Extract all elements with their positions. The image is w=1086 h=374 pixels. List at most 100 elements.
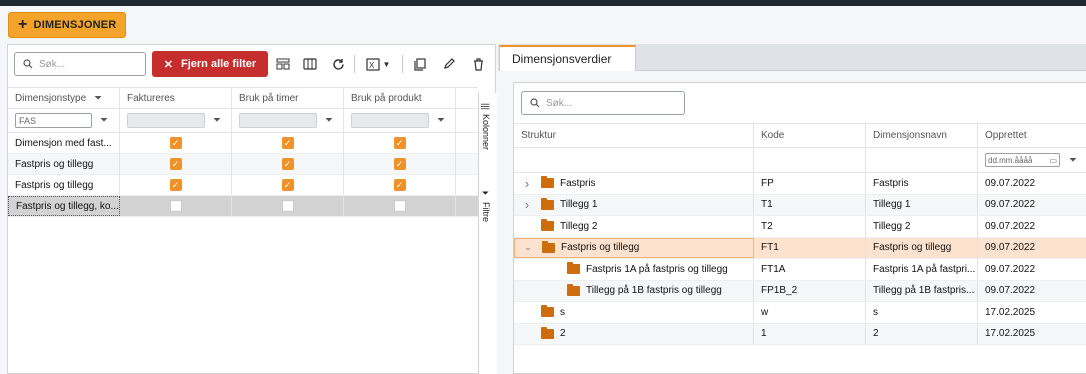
- checkbox-checked[interactable]: ✓: [169, 158, 182, 170]
- cell-dimensjonsnavn: Tillegg 2: [866, 216, 978, 237]
- filter-row: FAS ⏷ ⏷ ⏷ ⏷: [8, 109, 478, 133]
- cell-struktur: › Tillegg 1: [514, 194, 754, 215]
- checkbox-checked[interactable]: ✓: [169, 179, 182, 191]
- table-row[interactable]: Dimensjon med fast... ✓ ✓ ✓: [8, 133, 478, 154]
- date-filter-input[interactable]: dd.mm.åååå ▭: [985, 153, 1060, 167]
- dimensjonstype-filter-input[interactable]: FAS: [15, 113, 92, 128]
- cell-opprettet: 17.02.2025: [985, 306, 1036, 318]
- column-header-dimensjonstype[interactable]: Dimensjonstype ⏷: [8, 88, 120, 108]
- column-header-bruk-pa-produkt[interactable]: Bruk på produkt: [344, 88, 456, 108]
- produkt-filter: [351, 113, 429, 128]
- table-row[interactable]: Tillegg på 1B fastpris og tillegg FP1B_2 T…: [514, 280, 1086, 302]
- cell-dimensjonstype: Fastpris og tillegg: [8, 154, 120, 174]
- left-search-input[interactable]: Søk...: [14, 52, 146, 76]
- cell-dimensjonstype: Dimensjon med fast...: [8, 133, 120, 153]
- table-row-selected[interactable]: Fastpris og tillegg, ko...: [8, 196, 478, 217]
- column-header-kode[interactable]: Kode: [754, 124, 866, 147]
- table-row-selected[interactable]: ⌄ Fastpris og tillegg FT1 Fastpris og tille…: [514, 237, 1086, 259]
- table-row[interactable]: › Fastpris FP Fastpris 09.07.2022: [514, 173, 1086, 195]
- chevron-down-icon[interactable]: ⌄: [522, 242, 534, 253]
- right-search-placeholder: Søk...: [546, 97, 573, 109]
- filter-icon[interactable]: ⏷: [213, 115, 221, 126]
- columns-icon[interactable]: [299, 53, 321, 75]
- table-row[interactable]: s w s 17.02.2025: [514, 302, 1086, 324]
- cell-kode: T1: [754, 194, 866, 215]
- faktureres-filter: [127, 113, 205, 128]
- checkbox-checked[interactable]: ✓: [281, 158, 294, 170]
- cell-kode: 1: [754, 323, 866, 344]
- edit-icon[interactable]: [438, 53, 460, 75]
- column-header-faktureres[interactable]: Faktureres: [120, 88, 232, 108]
- table-row[interactable]: Tillegg 2 T2 Tillegg 2 09.07.2022: [514, 216, 1086, 238]
- dimension-values-panel: Søk... Struktur Kode Dimensjonsnavn Oppr…: [513, 82, 1086, 374]
- filter-icon[interactable]: ⏷: [437, 115, 445, 126]
- checkbox-unchecked[interactable]: [281, 200, 294, 212]
- filter-icon[interactable]: ⏷: [94, 93, 102, 104]
- cell-opprettet: 09.07.2022: [985, 177, 1036, 189]
- cell-struktur: Tillegg 2: [514, 216, 754, 237]
- column-header-bruk-pa-timer[interactable]: Bruk på timer: [232, 88, 344, 108]
- grouping-icon[interactable]: [272, 53, 294, 75]
- cell-kode: w: [754, 302, 866, 323]
- cell-dimensjonsnavn: Fastpris: [866, 173, 978, 194]
- filter-icon: ⏷: [481, 189, 491, 198]
- cell-dimensjonsnavn: s: [866, 302, 978, 323]
- folder-icon: [541, 326, 554, 339]
- tab-dimensjonsverdier[interactable]: Dimensjonsverdier: [499, 45, 636, 71]
- cell-kode: FP: [754, 173, 866, 194]
- clear-filters-button[interactable]: ✕ Fjern alle filter: [152, 51, 268, 77]
- cell-kode: FP1B_2: [754, 280, 866, 301]
- left-search-placeholder: Søk...: [39, 58, 66, 70]
- folder-icon: [541, 219, 554, 232]
- table-row[interactable]: › Tillegg 1 T1 Tillegg 1 09.07.2022: [514, 194, 1086, 216]
- chevron-right-icon[interactable]: ›: [521, 197, 533, 212]
- dimension-types-panel: Søk... ✕ Fjern alle filter X ▼ Dimensjon…: [7, 44, 497, 374]
- filter-icon[interactable]: ⏷: [100, 115, 108, 126]
- columns-side-tab[interactable]: ||| Kolonner: [481, 103, 491, 150]
- checkbox-checked[interactable]: ✓: [281, 179, 294, 191]
- refresh-icon[interactable]: [327, 53, 349, 75]
- cell-opprettet: 09.07.2022: [985, 285, 1036, 297]
- cell-struktur: 2: [514, 323, 754, 344]
- table-row[interactable]: Fastpris og tillegg ✓ ✓ ✓: [8, 175, 478, 196]
- table-row[interactable]: Fastpris og tillegg ✓ ✓ ✓: [8, 154, 478, 175]
- checkbox-checked[interactable]: ✓: [393, 158, 406, 170]
- checkbox-checked[interactable]: ✓: [393, 179, 406, 191]
- copy-icon[interactable]: [409, 53, 431, 75]
- dimension-types-grid: Dimensjonstype ⏷ Faktureres Bruk på timer…: [8, 87, 478, 217]
- column-header-opprettet[interactable]: Opprettet: [978, 124, 1086, 147]
- cell-dimensjonsnavn: Fastpris og tillegg: [866, 237, 978, 258]
- trash-icon[interactable]: [467, 53, 489, 75]
- filter-icon[interactable]: ⏷: [1069, 155, 1077, 166]
- add-dimension-label: DIMENSJONER: [33, 19, 117, 31]
- chevron-right-icon[interactable]: ›: [521, 176, 533, 191]
- toolbar-divider: [354, 55, 355, 73]
- filter-icon[interactable]: ⏷: [325, 115, 333, 126]
- folder-icon: [567, 262, 580, 275]
- filter-row: dd.mm.åååå ▭ ⏷: [514, 148, 1086, 173]
- table-row[interactable]: Fastpris 1A på fastpris og tillegg FT1A Fa…: [514, 259, 1086, 281]
- side-tool-panel: ||| Kolonner ⏷ Filtre: [478, 93, 497, 374]
- cell-dimensjonstype: Fastpris og tillegg, ko...: [8, 196, 120, 216]
- checkbox-checked[interactable]: ✓: [281, 137, 294, 149]
- cell-opprettet: 09.07.2022: [985, 242, 1036, 254]
- cell-dimensjonsnavn: Tillegg på 1B fastpris...: [866, 280, 978, 301]
- filter-side-tab[interactable]: ⏷ Filtre: [481, 189, 491, 222]
- calendar-icon[interactable]: ▭: [1049, 156, 1057, 165]
- column-header-dimensjonsnavn[interactable]: Dimensjonsnavn: [866, 124, 978, 147]
- column-header-struktur[interactable]: Struktur: [514, 124, 754, 147]
- add-dimension-button[interactable]: + DIMENSJONER: [8, 12, 126, 38]
- cell-dimensjonsnavn: 2: [866, 323, 978, 344]
- checkbox-unchecked[interactable]: [169, 200, 182, 212]
- checkbox-checked[interactable]: ✓: [169, 137, 182, 149]
- cell-struktur: › Fastpris: [514, 173, 754, 194]
- excel-export-icon[interactable]: X ▼: [361, 53, 395, 75]
- checkbox-unchecked[interactable]: [393, 200, 406, 212]
- dimension-values-grid: Struktur Kode Dimensjonsnavn Opprettet d…: [514, 123, 1086, 345]
- close-icon: ✕: [163, 58, 173, 71]
- checkbox-checked[interactable]: ✓: [393, 137, 406, 149]
- folder-icon: [541, 176, 554, 189]
- plus-icon: +: [18, 16, 28, 33]
- table-row[interactable]: 2 1 2 17.02.2025: [514, 323, 1086, 345]
- right-search-input[interactable]: Søk...: [521, 91, 685, 115]
